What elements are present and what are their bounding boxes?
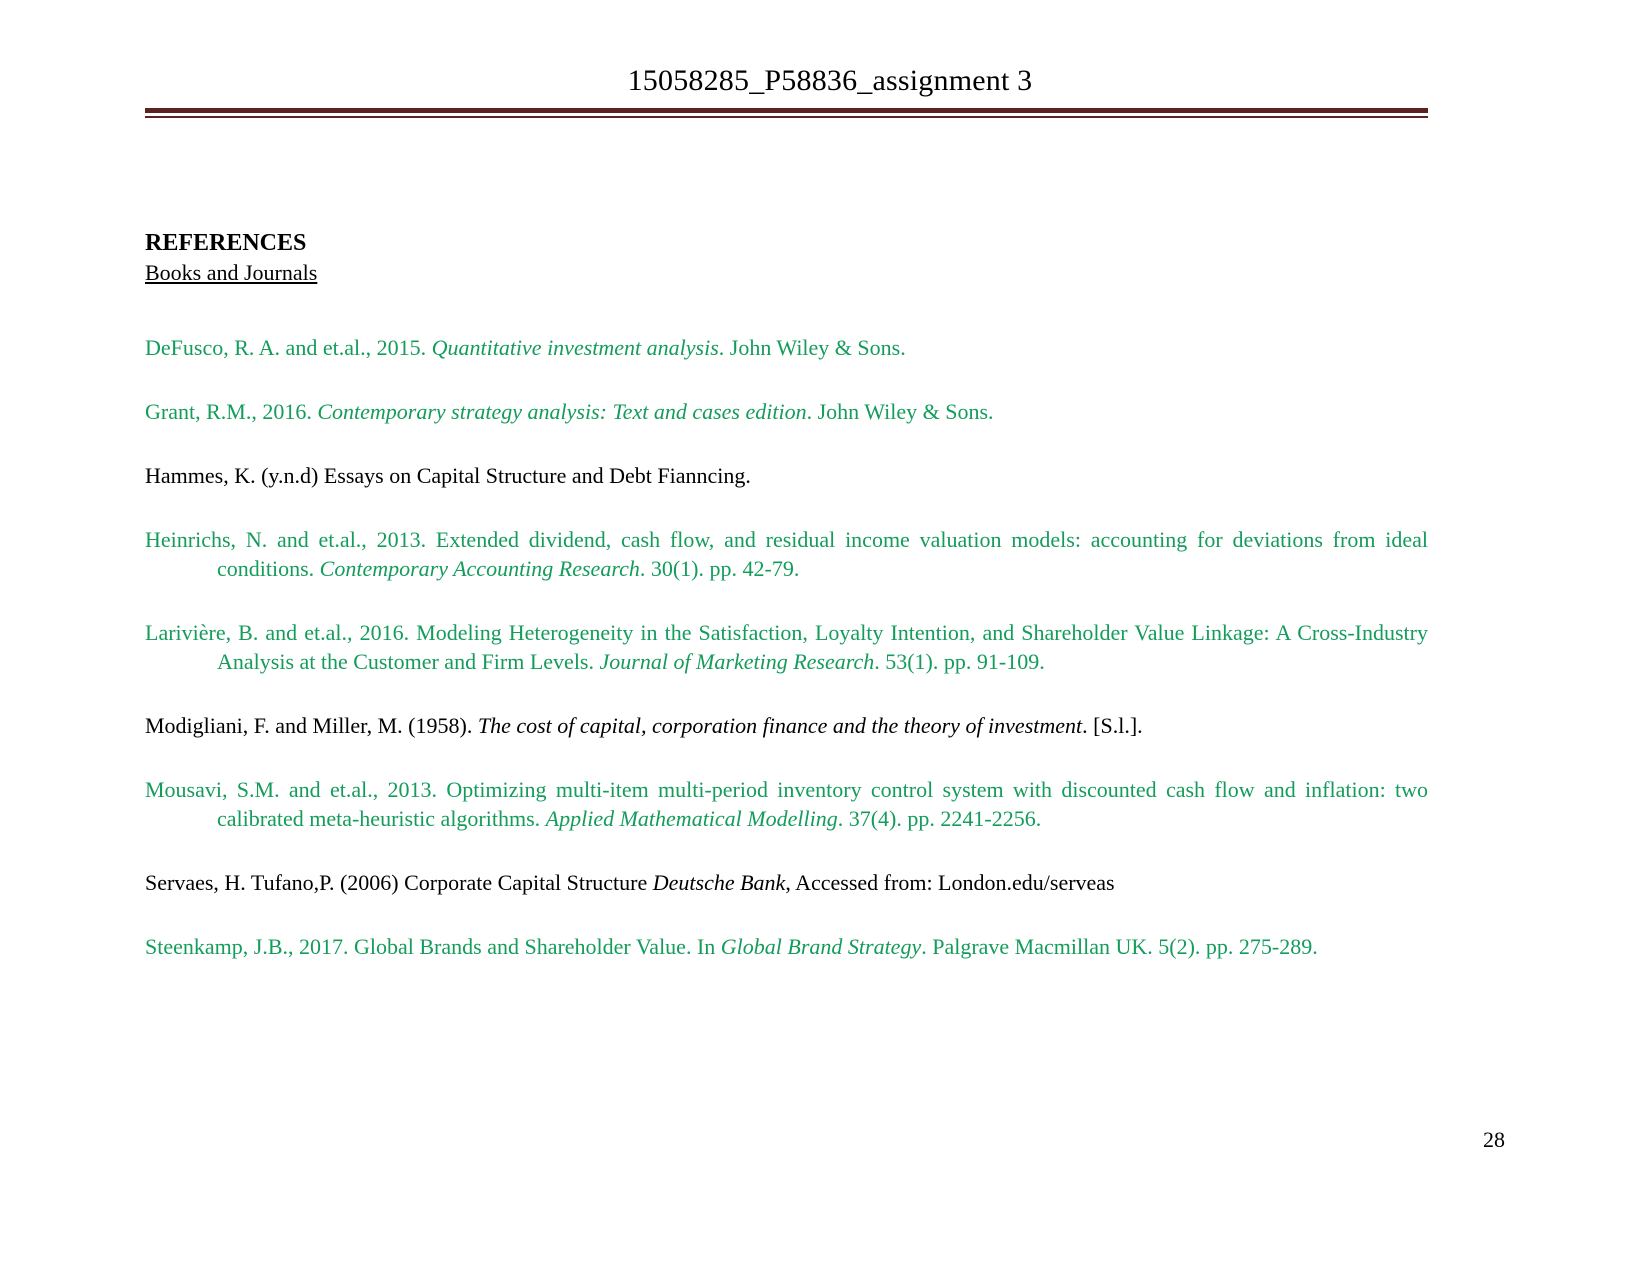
reference-title-italic: Deutsche Bank [652,870,786,895]
reference-title-italic: Quantitative investment analysis [431,335,719,360]
reference-title-italic: Contemporary strategy analysis: Text and… [317,399,807,424]
reference-title-italic: The cost of capital, corporation finance… [477,713,1083,738]
reference-entry: Servaes, H. Tufano,P. (2006) Corporate C… [145,868,1428,897]
header-rule-thin [145,116,1428,118]
reference-text: Hammes, K. (y.n.d) Essays on Capital Str… [145,463,751,488]
reference-text: Grant, R.M., 2016. [145,399,318,424]
references-heading: REFERENCES [145,230,307,256]
reference-text: Steenkamp, J.B., 2017. Global Brands and… [145,934,721,959]
reference-list: DeFusco, R. A. and et.al., 2015. Quantit… [145,333,1428,961]
reference-title-italic: Global Brand Strategy [720,934,922,959]
reference-text: . Palgrave Macmillan UK. 5(2). pp. 275-2… [921,934,1318,959]
reference-entry: Heinrichs, N. and et.al., 2013. Extended… [145,525,1428,583]
reference-text: . [S.l.]. [1082,713,1143,738]
reference-entry: Hammes, K. (y.n.d) Essays on Capital Str… [145,461,1428,490]
reference-entry: Larivière, B. and et.al., 2016. Modeling… [145,618,1428,676]
page-number: 28 [1483,1127,1505,1152]
header-double-rule [145,108,1428,118]
reference-text: DeFusco, R. A. and et.al., 2015. [145,335,432,360]
page-content: REFERENCES Books and Journals DeFusco, R… [145,228,1428,996]
reference-text: . John Wiley & Sons. [806,399,994,424]
reference-entry: Grant, R.M., 2016. Contemporary strategy… [145,397,1428,426]
document-page: 15058285_P58836_assignment 3 REFERENCES … [0,0,1650,1275]
reference-text: . 53(1). pp. 91-109. [874,649,1045,674]
reference-entry: DeFusco, R. A. and et.al., 2015. Quantit… [145,333,1428,362]
reference-title-italic: Applied Mathematical Modelling [545,806,838,831]
header-title: 15058285_P58836_assignment 3 [627,64,1033,97]
reference-title-italic: Contemporary Accounting Research [319,556,640,581]
reference-text: . 37(4). pp. 2241-2256. [837,806,1042,831]
books-and-journals-subheading: Books and Journals [145,260,318,285]
reference-entry: Modigliani, F. and Miller, M. (1958). Th… [145,711,1428,740]
reference-text: . 30(1). pp. 42-79. [639,556,800,581]
reference-title-italic: Journal of Marketing Research [599,649,875,674]
reference-entry: Steenkamp, J.B., 2017. Global Brands and… [145,932,1428,961]
page-header: 15058285_P58836_assignment 3 [0,0,1650,118]
reference-text: Servaes, H. Tufano,P. (2006) Corporate C… [145,870,653,895]
reference-text: , Accessed from: London.edu/serveas [785,870,1115,895]
reference-text: Modigliani, F. and Miller, M. (1958). [145,713,478,738]
reference-entry: Mousavi, S.M. and et.al., 2013. Optimizi… [145,775,1428,833]
reference-text: . John Wiley & Sons. [718,335,906,360]
